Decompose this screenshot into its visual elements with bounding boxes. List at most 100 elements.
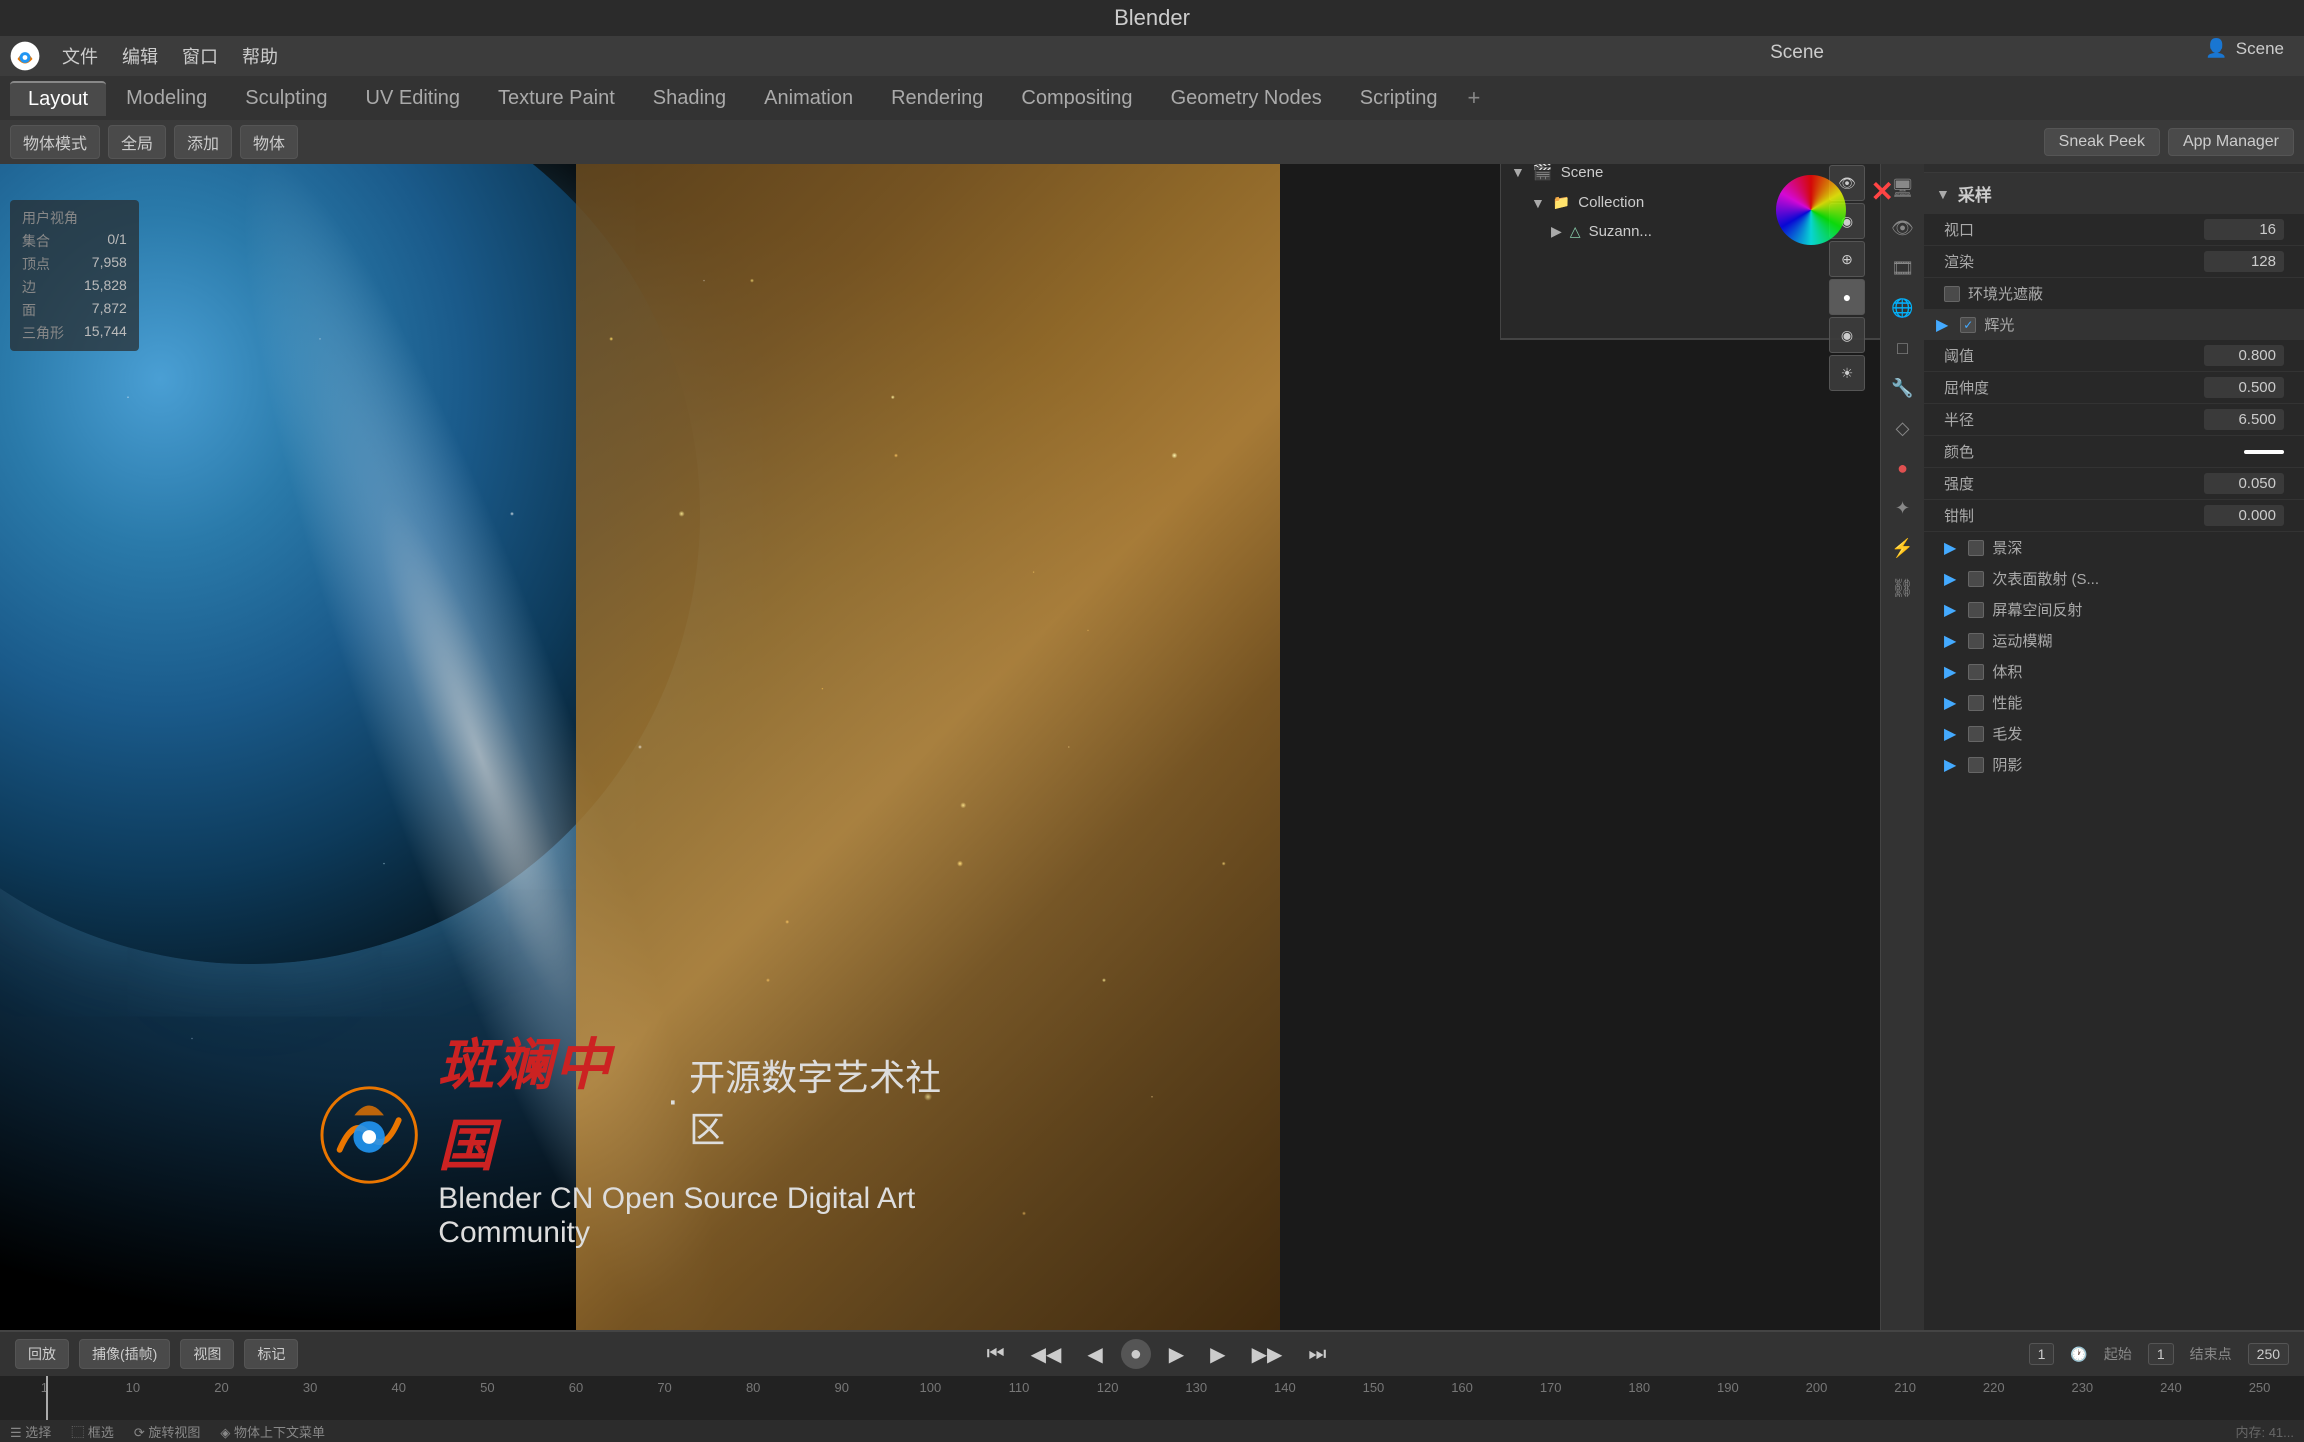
context-menu-tool[interactable]: ◈ 物体上下文菜单 [220,1422,325,1441]
hair-row[interactable]: ▶ 毛发 [1924,718,2304,749]
sss-toggle[interactable]: ▶ [1944,569,1956,589]
perf-checkbox[interactable] [1968,695,1984,711]
tab-layout[interactable]: Layout [10,81,106,116]
motion-blur-row[interactable]: ▶ 运动模糊 [1924,625,2304,656]
select-tool[interactable]: ☰ 选择 [10,1422,51,1441]
volumetrics-toggle[interactable]: ▶ [1944,662,1956,682]
start-frame-value[interactable]: 1 [2148,1343,2174,1365]
tab-scripting[interactable]: Scripting [1342,82,1456,115]
dof-row[interactable]: ▶ 景深 [1924,532,2304,563]
blender-logo[interactable] [10,41,40,71]
data-properties-icon[interactable]: ◇ [1885,410,1921,446]
bloom-intensity-value[interactable]: 0.050 [2204,473,2284,494]
timeline-mode-btn[interactable]: 捕像(插帧) [79,1339,170,1369]
tab-compositing[interactable]: Compositing [1003,82,1150,115]
dof-checkbox[interactable] [1968,540,1984,556]
ao-checkbox[interactable] [1944,286,1960,302]
add-btn[interactable]: 添加 [174,125,232,159]
tab-modeling[interactable]: Modeling [108,82,225,115]
bloom-clamp-value[interactable]: 0.000 [2204,505,2284,526]
motion-blur-toggle[interactable]: ▶ [1944,631,1956,651]
tab-shading[interactable]: Shading [635,82,744,115]
jump-end-btn[interactable]: ⏭ [1300,1339,1334,1370]
bloom-checkbox[interactable]: ✓ [1960,317,1976,333]
performance-row[interactable]: ▶ 性能 [1924,687,2304,718]
view-all-btn[interactable]: 全局 [108,125,166,159]
ssr-toggle[interactable]: ▶ [1944,600,1956,620]
hair-toggle[interactable]: ▶ [1944,724,1956,744]
playhead[interactable] [46,1376,48,1420]
user-icon[interactable]: 👤 [2205,38,2227,59]
menu-help[interactable]: 帮助 [232,39,288,73]
current-frame-value[interactable]: 1 [2029,1343,2055,1365]
ao-row[interactable]: 环境光遮蔽 [1924,278,2304,309]
rotate-view-tool[interactable]: ⟳ 旋转视图 [134,1422,201,1441]
viewport-render-solid[interactable]: ● [1829,279,1865,315]
world-properties-icon[interactable]: 🌐 [1885,290,1921,326]
play-btn[interactable]: ▶ [1161,1338,1192,1371]
constraint-properties-icon[interactable]: ⛓ [1885,570,1921,606]
view-layer-icon[interactable]: 👁 [1885,210,1921,246]
app-manager-btn[interactable]: App Manager [2168,128,2294,156]
perf-toggle[interactable]: ▶ [1944,693,1956,713]
prev-keyframe-btn[interactable]: ◀◀ [1023,1338,1070,1371]
bloom-color-value[interactable] [2244,450,2284,454]
physics-properties-icon[interactable]: ⚡ [1885,530,1921,566]
material-properties-icon[interactable]: ● [1885,450,1921,486]
bloom-threshold-value[interactable]: 0.800 [2204,345,2284,366]
step-back-btn[interactable]: ◀ [1079,1338,1110,1371]
bloom-toggle[interactable]: ▶ [1936,315,1948,335]
modifier-properties-icon[interactable]: 🔧 [1885,370,1921,406]
object-properties-icon[interactable]: □ [1885,330,1921,366]
shadow-toggle[interactable]: ▶ [1944,755,1956,775]
timeline-mark-btn[interactable]: 标记 [244,1339,298,1369]
tab-rendering[interactable]: Rendering [873,82,1001,115]
render-samples-value[interactable]: 128 [2204,251,2284,272]
scene-properties-icon[interactable]: 🎞 [1885,250,1921,286]
sneak-peek-btn[interactable]: Sneak Peek [2044,128,2160,156]
timeline-view-btn[interactable]: 视图 [180,1339,234,1369]
viewport-samples-value[interactable]: 16 [2204,219,2284,240]
close-gizmo[interactable]: ✕ [1871,175,1894,208]
shadow-row[interactable]: ▶ 阴影 [1924,749,2304,780]
end-frame-value[interactable]: 250 [2248,1343,2289,1365]
tab-sculpting[interactable]: Sculpting [227,82,345,115]
tab-animation[interactable]: Animation [746,82,871,115]
viewport-3d[interactable]: 斑斓中国 · 开源数字艺术社区 Blender CN Open Source D… [0,164,1280,1330]
bloom-radius-value[interactable]: 6.500 [2204,409,2284,430]
timeline-scrubber[interactable]: 1 10 20 30 40 50 60 70 80 90 100 110 120… [0,1376,2304,1420]
next-keyframe-btn[interactable]: ▶▶ [1244,1338,1291,1371]
sss-checkbox[interactable] [1968,571,1984,587]
sss-row[interactable]: ▶ 次表面散射 (S... [1924,563,2304,594]
viewport-render-rendered[interactable]: ☀ [1829,355,1865,391]
viewport-render-material[interactable]: ◉ [1829,317,1865,353]
particle-properties-icon[interactable]: ✦ [1885,490,1921,526]
mode-selector[interactable]: 物体模式 [10,125,100,159]
viewport-gizmo-icon[interactable]: ⊕ [1829,241,1865,277]
timeline-type-btn[interactable]: 回放 [15,1339,69,1369]
volumetrics-row[interactable]: ▶ 体积 [1924,656,2304,687]
sampling-section-header[interactable]: ▼ 采样 [1924,173,2304,214]
hair-checkbox[interactable] [1968,726,1984,742]
menu-window[interactable]: 窗口 [172,39,228,73]
motion-blur-checkbox[interactable] [1968,633,1984,649]
tab-texture-paint[interactable]: Texture Paint [480,82,633,115]
step-fwd-btn[interactable]: ▶ [1202,1338,1233,1371]
dof-toggle[interactable]: ▶ [1944,538,1956,558]
bloom-knee-value[interactable]: 0.500 [2204,377,2284,398]
shadow-checkbox[interactable] [1968,757,1984,773]
color-gizmo[interactable] [1776,175,1846,245]
tab-uv-editing[interactable]: UV Editing [348,82,479,115]
scene-select[interactable]: Scene [2236,39,2284,59]
bloom-row[interactable]: ▶ ✓ 辉光 [1924,309,2304,340]
add-tab-button[interactable]: + [1458,80,1491,116]
ssr-row[interactable]: ▶ 屏幕空间反射 [1924,594,2304,625]
menu-file[interactable]: 文件 [52,39,108,73]
tab-geometry-nodes[interactable]: Geometry Nodes [1153,82,1340,115]
object-btn[interactable]: 物体 [240,125,298,159]
jump-start-btn[interactable]: ⏮ [979,1339,1013,1370]
ssr-checkbox[interactable] [1968,602,1984,618]
menu-edit[interactable]: 编辑 [112,39,168,73]
box-select-tool[interactable]: ⬚ 框选 [71,1422,114,1441]
volumetrics-checkbox[interactable] [1968,664,1984,680]
